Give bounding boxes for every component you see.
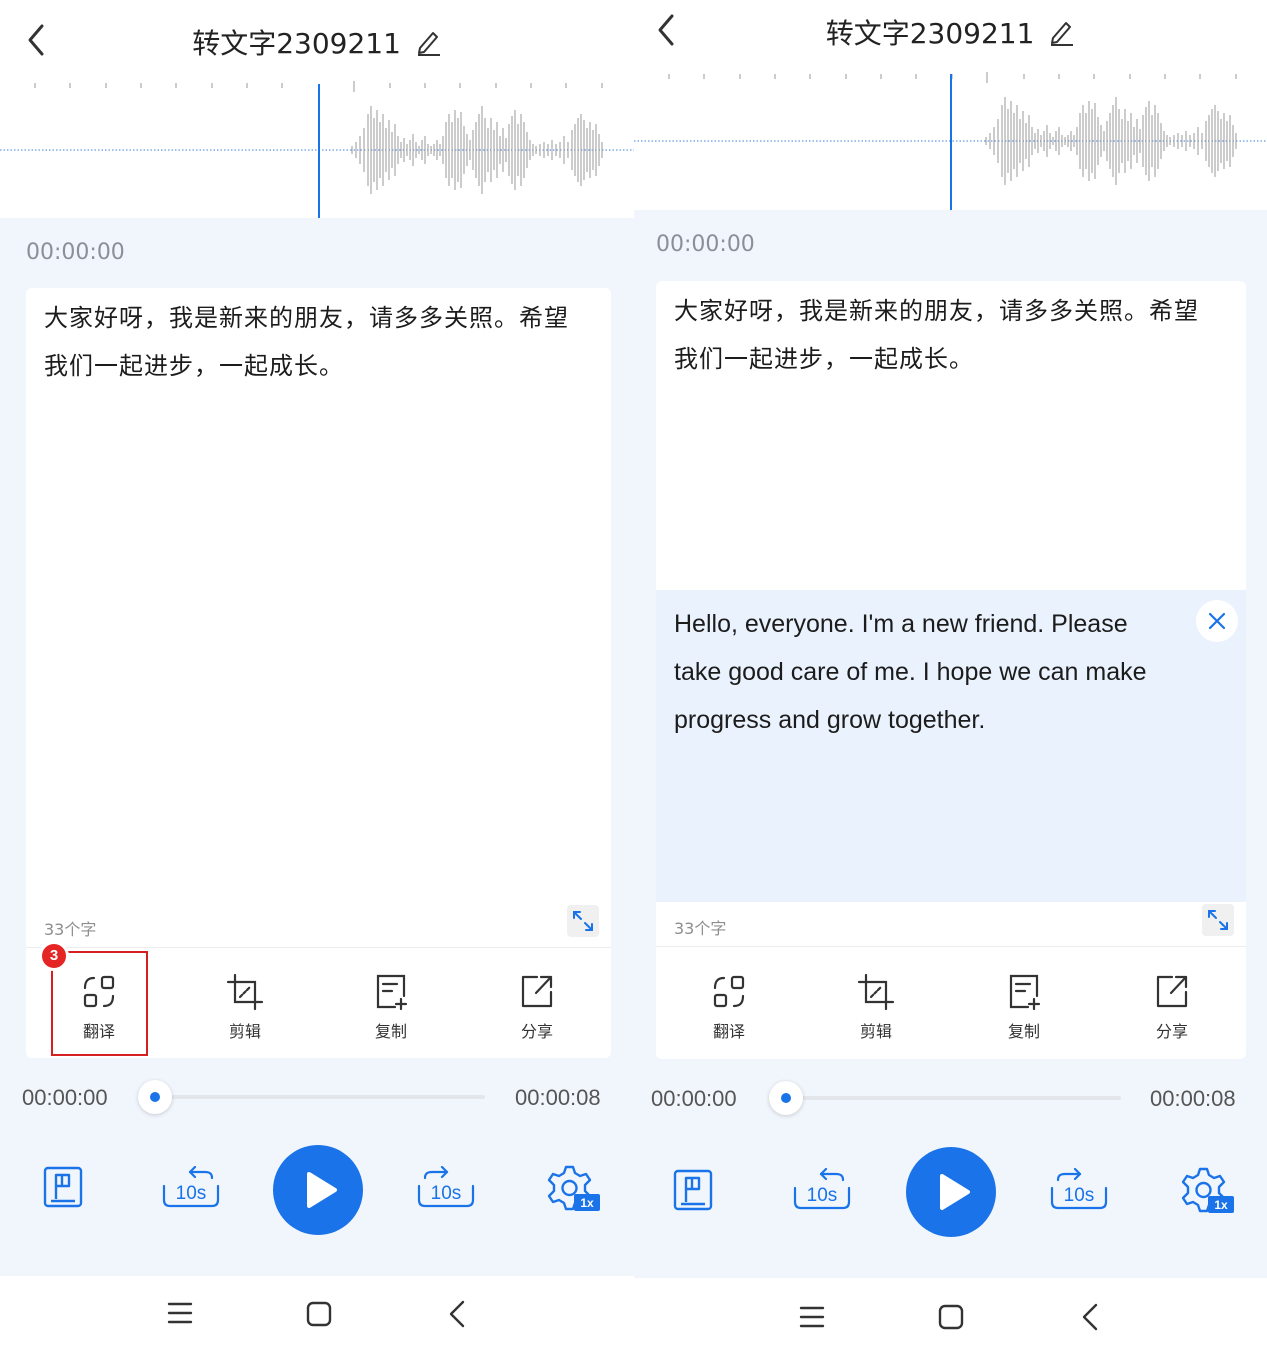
edit-button[interactable]: 剪辑 <box>826 972 926 1042</box>
top-bar: 转文字2309211 <box>634 0 1267 62</box>
player-end-time: 00:00:08 <box>515 1085 601 1110</box>
waveform[interactable] <box>634 62 1267 210</box>
translate-label: 翻译 <box>712 1022 745 1041</box>
expand-icon[interactable] <box>567 905 599 937</box>
transcript-text[interactable]: 大家好呀，我是新来的朋友，请多多关照。希望 我们一起进步，一起成长。 <box>44 294 604 390</box>
step-badge: 3 <box>39 941 69 971</box>
progress-thumb[interactable] <box>138 1080 172 1114</box>
expand-icon[interactable] <box>1202 904 1234 936</box>
share-icon <box>1156 975 1188 1008</box>
transcript-text[interactable]: 大家好呀，我是新来的朋友，请多多关照。希望 我们一起进步，一起成长。 <box>674 287 1244 383</box>
rewind-10s-icon[interactable]: 10s <box>160 1165 222 1214</box>
share-label: 分享 <box>1155 1022 1188 1041</box>
nav-back-icon[interactable] <box>1080 1302 1100 1336</box>
title-text: 转文字2309211 <box>825 17 1035 50</box>
char-count: 33个字 <box>44 920 97 939</box>
copy-label: 复制 <box>374 1022 407 1041</box>
highlight-box <box>51 951 148 1056</box>
speed-label: 1x <box>1214 1198 1228 1212</box>
forward-label: 10s <box>1064 1185 1095 1206</box>
rewind-10s-icon[interactable]: 10s <box>791 1167 853 1216</box>
edit-label: 剪辑 <box>228 1022 261 1041</box>
speed-settings-icon[interactable]: 1x <box>1180 1166 1236 1220</box>
player-start-time: 00:00:00 <box>22 1085 108 1110</box>
menu-icon[interactable] <box>167 1301 193 1329</box>
current-time-label: 00:00:00 <box>26 240 125 265</box>
forward-10s-icon[interactable]: 10s <box>415 1165 477 1214</box>
page-title[interactable]: 转文字2309211 <box>0 22 634 63</box>
nav-back-icon[interactable] <box>447 1299 467 1333</box>
share-label: 分享 <box>520 1022 553 1041</box>
edit-button[interactable]: 剪辑 <box>195 972 295 1042</box>
translation-line: progress and grow together. <box>674 706 986 734</box>
transcript-line: 我们一起进步，一起成长。 <box>674 345 974 373</box>
share-icon <box>521 975 553 1008</box>
copy-icon <box>376 974 408 1011</box>
translation-panel: Hello, everyone. I'm a new friend. Pleas… <box>656 590 1246 902</box>
close-translation-button[interactable] <box>1196 600 1238 642</box>
forward-label: 10s <box>431 1183 462 1204</box>
rewind-label: 10s <box>176 1183 207 1204</box>
menu-icon[interactable] <box>799 1305 825 1333</box>
play-icon <box>307 1172 337 1208</box>
translation-line: take good care of me. I hope we can make <box>674 658 1147 686</box>
translation-line: Hello, everyone. I'm a new friend. Pleas… <box>674 610 1128 638</box>
transcript-line: 我们一起进步，一起成长。 <box>44 352 344 380</box>
crop-icon <box>857 973 895 1011</box>
progress-track[interactable] <box>155 1095 485 1099</box>
title-text: 转文字2309211 <box>192 27 401 60</box>
home-icon[interactable] <box>306 1301 332 1331</box>
progress-track[interactable] <box>786 1096 1121 1100</box>
current-time-label: 00:00:00 <box>656 232 755 257</box>
char-count: 33个字 <box>674 919 727 938</box>
right-screen: 转文字2309211 00:00:00 大家好呀，我是新来的朋友，请多多关照。希… <box>634 0 1267 1353</box>
waveform-graphic <box>0 81 634 218</box>
translate-icon <box>713 975 745 1008</box>
translation-text[interactable]: Hello, everyone. I'm a new friend. Pleas… <box>674 600 1194 744</box>
copy-button[interactable]: 复制 <box>341 972 441 1042</box>
top-bar: 转文字2309211 <box>0 0 634 70</box>
translate-button[interactable]: 翻译 <box>679 972 779 1042</box>
transcript-card: 大家好呀，我是新来的朋友，请多多关照。希望 我们一起进步，一起成长。 Hello… <box>656 281 1246 1059</box>
play-button[interactable] <box>906 1147 996 1237</box>
copy-label: 复制 <box>1007 1022 1040 1041</box>
copy-icon <box>1009 974 1041 1011</box>
toolbar-divider <box>656 946 1246 947</box>
forward-10s-icon[interactable]: 10s <box>1048 1167 1110 1216</box>
crop-icon <box>226 973 264 1011</box>
home-icon[interactable] <box>938 1304 964 1334</box>
play-icon <box>940 1174 970 1210</box>
copy-button[interactable]: 复制 <box>974 972 1074 1042</box>
rewind-label: 10s <box>807 1185 838 1206</box>
waveform[interactable] <box>0 70 634 218</box>
share-button[interactable]: 分享 <box>487 972 587 1042</box>
bookmark-icon[interactable] <box>672 1168 714 1216</box>
transcript-line: 大家好呀，我是新来的朋友，请多多关照。希望 <box>674 297 1199 325</box>
transcript-line: 大家好呀，我是新来的朋友，请多多关照。希望 <box>44 304 569 332</box>
transcript-card: 大家好呀，我是新来的朋友，请多多关照。希望 我们一起进步，一起成长。 33个字 … <box>26 288 611 1058</box>
play-button[interactable] <box>273 1145 363 1235</box>
system-nav-bar <box>0 1276 634 1353</box>
progress-thumb[interactable] <box>769 1081 803 1115</box>
share-button[interactable]: 分享 <box>1122 972 1222 1042</box>
speed-label: 1x <box>580 1196 594 1210</box>
edit-pencil-icon[interactable] <box>416 28 442 63</box>
edit-pencil-icon[interactable] <box>1049 18 1075 53</box>
toolbar-divider <box>26 947 611 948</box>
waveform-graphic <box>634 72 1267 210</box>
close-icon <box>1208 612 1226 630</box>
player-start-time: 00:00:00 <box>651 1086 737 1111</box>
speed-settings-icon[interactable]: 1x <box>546 1164 602 1218</box>
system-nav-bar <box>634 1278 1267 1353</box>
page-title[interactable]: 转文字2309211 <box>634 12 1267 53</box>
bookmark-icon[interactable] <box>42 1165 84 1213</box>
left-screen: 转文字2309211 00:00:00 大家好呀，我是新来的朋友，请多多关照。希… <box>0 0 634 1353</box>
edit-label: 剪辑 <box>859 1022 892 1041</box>
player-end-time: 00:00:08 <box>1150 1086 1236 1111</box>
